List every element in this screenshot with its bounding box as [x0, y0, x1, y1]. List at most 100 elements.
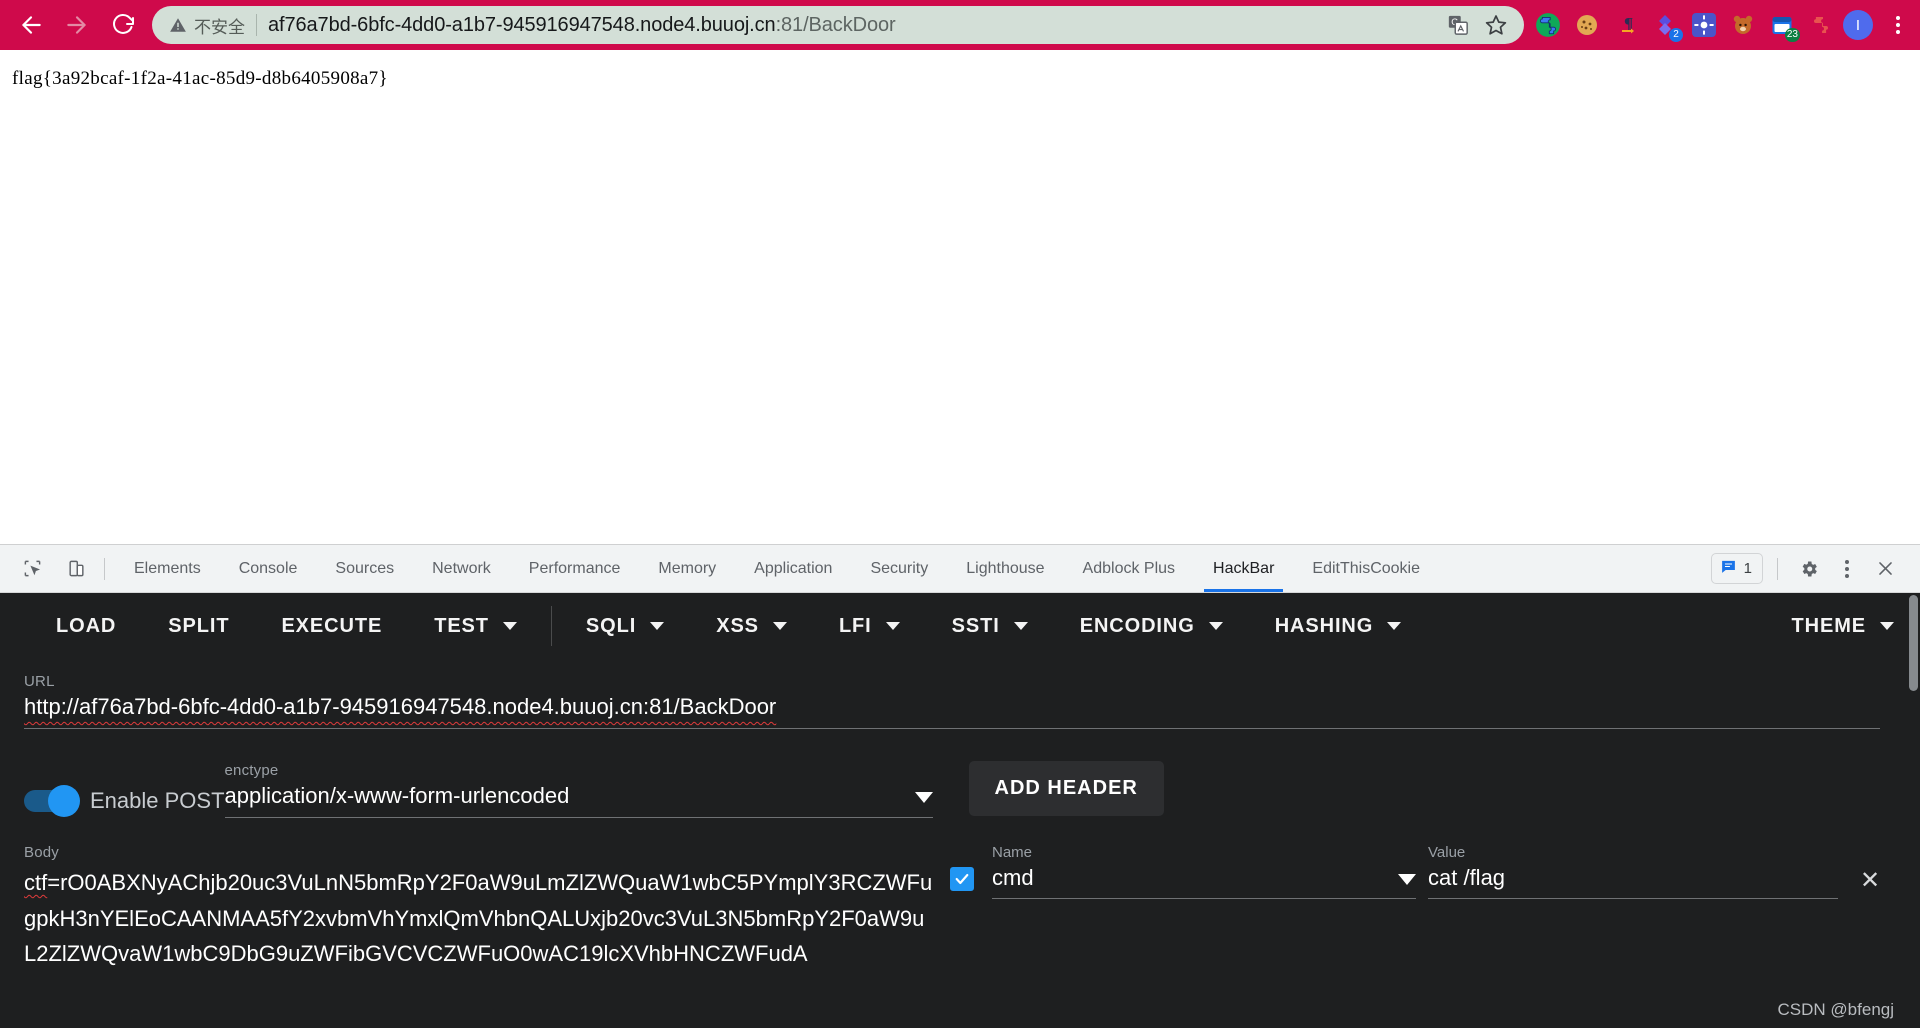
enctype-select[interactable]: application/x-www-form-urlencoded	[225, 783, 933, 818]
page-viewport: flag{3a92bcaf-1f2a-41ac-85d9-d8b6405908a…	[0, 50, 1920, 544]
chevron-down-icon	[650, 622, 664, 630]
tab-hackbar[interactable]: HackBar	[1194, 545, 1293, 592]
tab-adblock-plus[interactable]: Adblock Plus	[1064, 545, 1195, 592]
chevron-down-icon	[1398, 874, 1416, 885]
avatar[interactable]: I	[1843, 10, 1873, 40]
hackbar-scrollbar-thumb[interactable]	[1909, 595, 1918, 691]
chevron-down-icon	[1387, 622, 1401, 630]
headers-section: Name cmd Value cat /flag ✕	[934, 844, 1896, 972]
omnibox-actions: G	[1444, 11, 1518, 39]
translate-icon[interactable]: G	[1444, 11, 1472, 39]
tab-lighthouse[interactable]: Lighthouse	[947, 545, 1063, 592]
header-name-label: Name	[992, 844, 1416, 861]
hackbar-test-label: TEST	[434, 615, 489, 638]
hackbar-encoding-menu[interactable]: ENCODING	[1054, 593, 1249, 659]
hackbar-ssti-menu[interactable]: SSTI	[926, 593, 1054, 659]
warning-triangle-icon[interactable]	[168, 15, 188, 35]
omnibox[interactable]: 不安全 af76a7bd-6bfc-4dd0-a1b7-945916947548…	[152, 6, 1524, 44]
tab-performance[interactable]: Performance	[510, 545, 640, 592]
gear-icon[interactable]	[1792, 552, 1826, 586]
bear-extension-icon[interactable]	[1729, 11, 1757, 39]
hackbar-panel: LOAD SPLIT EXECUTE TEST SQLI XSS LFI SST…	[0, 593, 1920, 1028]
devtools-tabbar-actions: 1	[1711, 552, 1914, 586]
enable-post-toggle-wrap[interactable]: Enable POST	[24, 788, 225, 818]
body-input[interactable]: ctf=rO0ABXNyAChjb20uc3VuLnN5bmRpY2F0aW9u…	[24, 865, 934, 972]
enable-post-toggle[interactable]	[24, 790, 78, 812]
hackbar-lfi-menu[interactable]: LFI	[813, 593, 926, 659]
calendar-extension-badge: 23	[1785, 28, 1800, 42]
hackbar-sqli-menu[interactable]: SQLI	[560, 593, 690, 659]
chrome-menu-icon[interactable]	[1884, 11, 1912, 39]
enctype-section: enctype application/x-www-form-urlencode…	[225, 762, 933, 818]
extensions-puzzle-icon[interactable]	[1807, 11, 1835, 39]
hackbar-xss-menu[interactable]: XSS	[690, 593, 813, 659]
hackbar-test-menu[interactable]: TEST	[408, 593, 543, 659]
hackbar-xss-label: XSS	[716, 615, 759, 638]
post-and-enctype-row: Enable POST enctype application/x-www-fo…	[24, 761, 1896, 818]
header-value-input[interactable]: cat /flag	[1428, 865, 1838, 899]
tab-console[interactable]: Console	[220, 545, 317, 592]
header-value-section: Value cat /flag	[1428, 844, 1838, 899]
tab-network[interactable]: Network	[413, 545, 510, 592]
hackbar-split-button[interactable]: SPLIT	[142, 593, 255, 659]
reload-button[interactable]	[102, 4, 144, 46]
hackbar-toolbar: LOAD SPLIT EXECUTE TEST SQLI XSS LFI SST…	[0, 593, 1920, 659]
tab-sources[interactable]: Sources	[316, 545, 413, 592]
gear-extension-icon[interactable]	[1690, 11, 1718, 39]
hackbar-theme-label: THEME	[1792, 615, 1867, 638]
tab-security[interactable]: Security	[851, 545, 947, 592]
inspect-cursor-icon[interactable]	[14, 551, 50, 587]
close-icon[interactable]	[1868, 552, 1902, 586]
body-and-headers-row: Body ctf=rO0ABXNyAChjb20uc3VuLnN5bmRpY2F…	[24, 844, 1896, 972]
device-toolbar-icon[interactable]	[58, 551, 94, 587]
hackbar-theme-menu[interactable]: THEME	[1766, 593, 1920, 659]
hackbar-sqli-label: SQLI	[586, 615, 636, 638]
diamond-extension-badge: 2	[1669, 28, 1683, 42]
hackbar-toolbar-divider	[551, 606, 552, 646]
message-count: 1	[1744, 560, 1752, 577]
hackbar-execute-button[interactable]: EXECUTE	[255, 593, 408, 659]
tab-memory[interactable]: Memory	[639, 545, 735, 592]
body-param-value: =rO0ABXNyAChjb20uc3VuLnN5bmRpY2F0aW9uLmZ…	[24, 870, 932, 966]
pilcrow-extension-icon[interactable]: ¶	[1612, 11, 1640, 39]
chevron-down-icon	[1014, 622, 1028, 630]
message-count-chip[interactable]: 1	[1711, 553, 1763, 584]
forward-button[interactable]	[56, 4, 98, 46]
hackbar-hashing-label: HASHING	[1275, 615, 1374, 638]
diamond-extension-icon[interactable]: 2	[1651, 11, 1679, 39]
tab-elements[interactable]: Elements	[115, 545, 220, 592]
url-text: af76a7bd-6bfc-4dd0-a1b7-945916947548.nod…	[268, 14, 1444, 37]
url-input[interactable]: http://af76a7bd-6bfc-4dd0-a1b7-945916947…	[24, 694, 1880, 729]
body-section: Body ctf=rO0ABXNyAChjb20uc3VuLnN5bmRpY2F…	[24, 844, 934, 972]
devtools-actions-divider	[1777, 558, 1778, 580]
hackbar-load-button[interactable]: LOAD	[30, 593, 142, 659]
remove-header-button[interactable]: ✕	[1860, 866, 1880, 895]
url-host: af76a7bd-6bfc-4dd0-a1b7-945916947548.nod…	[268, 14, 776, 36]
tab-application[interactable]: Application	[735, 545, 851, 592]
enctype-value: application/x-www-form-urlencoded	[225, 783, 570, 809]
tab-editthiscookie[interactable]: EditThisCookie	[1293, 545, 1439, 592]
star-icon[interactable]	[1482, 11, 1510, 39]
body-field-label: Body	[24, 844, 934, 861]
hackbar-hashing-menu[interactable]: HASHING	[1249, 593, 1428, 659]
chevron-down-icon	[1880, 622, 1894, 630]
enable-post-label: Enable POST	[90, 788, 225, 814]
header-enabled-checkbox[interactable]	[950, 867, 974, 891]
add-header-button[interactable]: ADD HEADER	[969, 761, 1164, 816]
chevron-down-icon	[886, 622, 900, 630]
body-param-name: ctf	[24, 870, 47, 895]
extension-icons: ¶ 2 23	[1534, 11, 1843, 39]
puzzle-extension-icon[interactable]	[1534, 11, 1562, 39]
header-name-section: Name cmd	[992, 844, 1416, 899]
devtools-divider	[104, 558, 105, 580]
kebab-menu-icon[interactable]	[1830, 552, 1864, 586]
back-button[interactable]	[10, 4, 52, 46]
header-name-input[interactable]: cmd	[992, 865, 1416, 899]
hackbar-encoding-label: ENCODING	[1080, 615, 1195, 638]
calendar-extension-icon[interactable]: 23	[1768, 11, 1796, 39]
url-section: URL http://af76a7bd-6bfc-4dd0-a1b7-94591…	[24, 673, 1896, 729]
url-field-label: URL	[24, 673, 1896, 690]
header-row: Name cmd Value cat /flag ✕	[950, 844, 1896, 899]
hackbar-lfi-label: LFI	[839, 615, 872, 638]
cookie-extension-icon[interactable]	[1573, 11, 1601, 39]
